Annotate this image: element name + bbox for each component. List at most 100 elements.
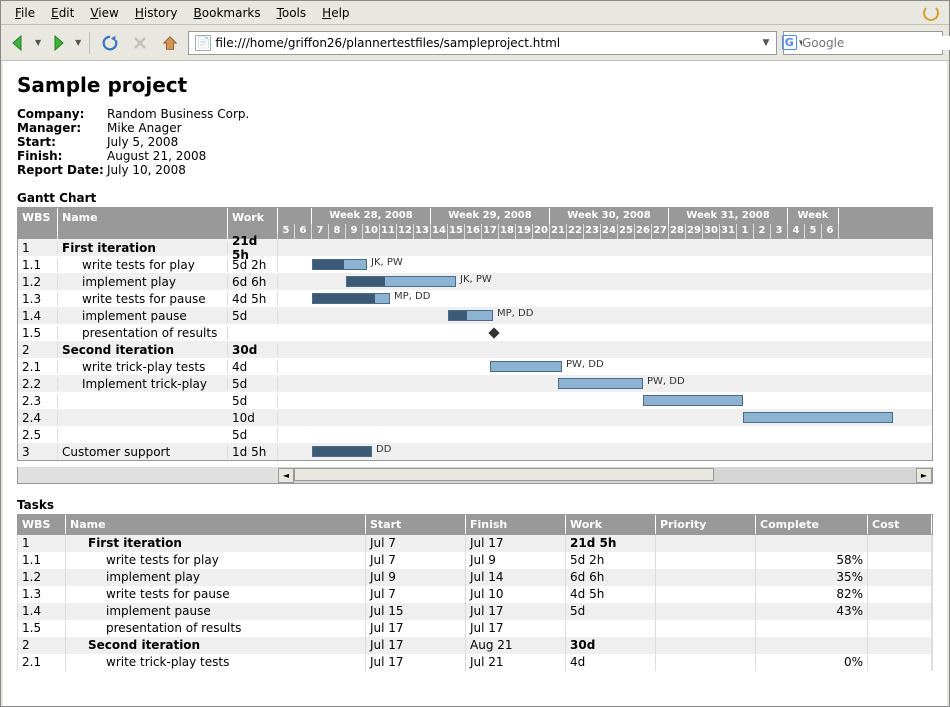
gantt-work: 1d 5h — [228, 445, 278, 459]
gantt-row: 2.3 5d — [18, 392, 932, 409]
task-name: write tests for pause — [66, 586, 366, 603]
forward-dropdown-icon[interactable]: ▼ — [75, 38, 81, 47]
gantt-wbs: 1.5 — [18, 326, 58, 340]
gantt-wbs: 2.4 — [18, 411, 58, 425]
task-cost — [868, 586, 932, 603]
task-start: Jul 17 — [366, 637, 466, 654]
scrollbar-thumb[interactable] — [294, 468, 714, 481]
google-engine-icon[interactable]: G▼ — [786, 35, 802, 51]
task-priority — [656, 603, 756, 620]
gantt-header: WBS Name Work Week 28, 2008Week 29, 2008… — [18, 208, 932, 239]
menu-help[interactable]: Help — [314, 4, 357, 22]
meta-key: Manager: — [17, 121, 107, 135]
task-start: Jul 17 — [366, 654, 466, 671]
gantt-timeline-cell: PW, DD — [278, 375, 932, 392]
page-icon: 📄 — [195, 35, 211, 51]
tasks-section-title: Tasks — [17, 498, 933, 512]
task-cost — [868, 620, 932, 637]
gantt-bar — [490, 361, 562, 372]
forward-button[interactable] — [47, 32, 69, 54]
gantt-task-name: write trick-play tests — [58, 360, 228, 374]
gantt-bar-label: JK, PW — [371, 257, 403, 268]
gantt-wbs: 1.4 — [18, 309, 58, 323]
task-row: 2Second iterationJul 17Aug 2130d — [17, 637, 933, 654]
task-priority — [656, 637, 756, 654]
gantt-row: 1First iteration21d 5h — [18, 239, 932, 256]
meta-key: Company: — [17, 107, 107, 121]
gantt-wbs: 2.3 — [18, 394, 58, 408]
search-input[interactable] — [802, 36, 950, 50]
task-wbs: 1 — [18, 535, 66, 552]
scroll-right-button[interactable]: ► — [916, 468, 932, 483]
back-dropdown-icon[interactable]: ▼ — [35, 38, 41, 47]
gantt-bar-label: PW, DD — [647, 376, 685, 387]
gantt-task-name: implement pause — [58, 309, 228, 323]
scroll-left-button[interactable]: ◄ — [278, 468, 294, 483]
menu-view[interactable]: View — [82, 4, 126, 22]
gantt-bar-label: JK, PW — [460, 274, 492, 285]
gantt-work: 10d — [228, 411, 278, 425]
task-start: Jul 7 — [366, 535, 466, 552]
menu-file[interactable]: File — [7, 4, 43, 22]
reload-button[interactable] — [98, 31, 122, 55]
tcol-priority: Priority — [656, 515, 756, 534]
day-header: 7 — [312, 224, 329, 239]
task-start: Jul 9 — [366, 569, 466, 586]
task-priority — [656, 552, 756, 569]
gantt-task-name: Customer support — [58, 445, 228, 459]
day-header: 24 — [601, 224, 618, 239]
gantt-task-name: implement play — [58, 275, 228, 289]
back-button[interactable] — [7, 32, 29, 54]
gantt-task-name: Second iteration — [58, 343, 228, 357]
gantt-task-name: write tests for pause — [58, 292, 228, 306]
gantt-bar — [558, 378, 643, 389]
tcol-complete: Complete — [756, 515, 868, 534]
url-bar[interactable]: 📄 ▼ — [188, 31, 777, 55]
task-name: implement play — [66, 569, 366, 586]
gantt-wbs: 1.1 — [18, 258, 58, 272]
tcol-cost: Cost — [868, 515, 932, 534]
scrollbar-track[interactable]: ◄ ► — [278, 467, 932, 483]
gantt-bar — [643, 395, 743, 406]
week-header — [278, 208, 312, 224]
meta-row: Start:July 5, 2008 — [17, 135, 933, 149]
week-header: Week 29, 2008 — [431, 208, 550, 224]
gantt-row: 2.4 10d — [18, 409, 932, 426]
stop-button[interactable] — [128, 31, 152, 55]
gantt-horizontal-scrollbar[interactable]: ◄ ► — [17, 467, 933, 484]
day-header: 10 — [363, 224, 380, 239]
page-content[interactable]: Sample project Company:Random Business C… — [1, 61, 949, 706]
url-dropdown-icon[interactable]: ▼ — [758, 38, 774, 48]
task-work: 4d — [566, 654, 656, 671]
meta-value: August 21, 2008 — [107, 149, 206, 163]
url-input[interactable] — [215, 36, 758, 50]
gantt-row: 1.5presentation of results — [18, 324, 932, 341]
gantt-work: 5d — [228, 309, 278, 323]
gantt-wbs: 2 — [18, 343, 58, 357]
meta-value: July 5, 2008 — [107, 135, 178, 149]
gantt-timeline-cell — [278, 324, 932, 341]
day-header: 19 — [516, 224, 533, 239]
menu-tools[interactable]: Tools — [269, 4, 315, 22]
home-button[interactable] — [158, 31, 182, 55]
task-work: 6d 6h — [566, 569, 656, 586]
gantt-work: 4d — [228, 360, 278, 374]
search-bar[interactable]: G▼ — [783, 31, 943, 55]
menu-edit[interactable]: Edit — [43, 4, 82, 22]
gantt-timeline-cell: PW, DD — [278, 358, 932, 375]
task-row: 1First iterationJul 7Jul 1721d 5h — [17, 535, 933, 552]
gantt-work: 5d — [228, 394, 278, 408]
meta-key: Finish: — [17, 149, 107, 163]
day-header: 16 — [465, 224, 482, 239]
task-start: Jul 15 — [366, 603, 466, 620]
menu-history[interactable]: History — [127, 4, 186, 22]
gantt-work: 30d — [228, 343, 278, 357]
task-finish: Jul 14 — [466, 569, 566, 586]
day-header: 13 — [414, 224, 431, 239]
tcol-name: Name — [66, 515, 366, 534]
day-header: 2 — [754, 224, 771, 239]
gantt-timeline-cell: MP, DD — [278, 290, 932, 307]
gantt-bar-label: PW, DD — [566, 359, 604, 370]
tasks-body: 1First iterationJul 7Jul 1721d 5h1.1writ… — [17, 535, 933, 671]
menu-bookmarks[interactable]: Bookmarks — [186, 4, 269, 22]
